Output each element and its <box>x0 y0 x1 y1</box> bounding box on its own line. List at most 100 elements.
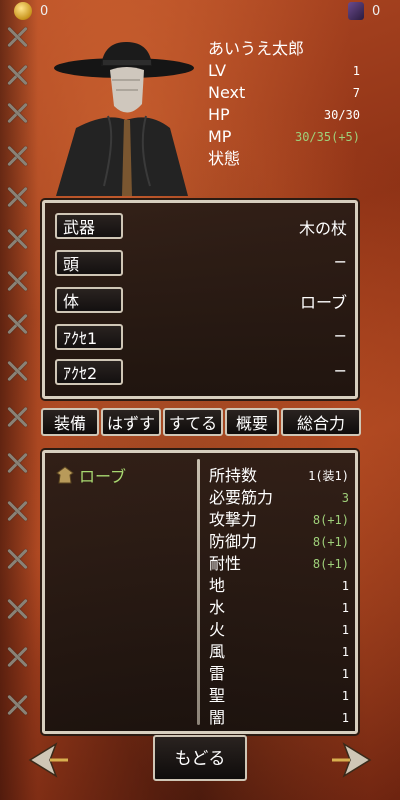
stat-label: 攻撃力 <box>209 510 258 529</box>
stitch-decoration <box>6 548 28 570</box>
stat-label: 雷 <box>209 664 226 683</box>
stat-value: 1 <box>341 579 349 593</box>
stitch-decoration <box>6 360 28 382</box>
item-stats: 所持数 1(装1) 必要筋力 3 攻撃力 8(+1) 防御力 8(+1) 耐性 … <box>209 465 349 729</box>
next-arrow-icon[interactable] <box>330 740 374 780</box>
stat-value: 1 <box>341 623 349 637</box>
stat-label: 所持数 <box>209 466 258 485</box>
equip-slot-weapon-button[interactable]: 武器 <box>55 213 123 239</box>
stat-label: 火 <box>209 620 226 639</box>
stitch-decoration <box>6 64 28 86</box>
item-detail-panel: ローブ 所持数 1(装1) 必要筋力 3 攻撃力 8(+1) 防御力 8(+1)… <box>42 450 358 734</box>
status-row-next: Next 7 <box>208 82 360 104</box>
robe-icon <box>56 466 74 484</box>
stat-row: 聖 1 <box>209 685 349 707</box>
divider <box>197 459 200 725</box>
stat-value: 1 <box>341 689 349 703</box>
stat-value: 8(+1) <box>312 513 349 527</box>
status-label: MP <box>208 127 232 146</box>
stat-label: 風 <box>209 642 226 661</box>
gem-counter: 0 <box>348 2 380 20</box>
equip-slot-accessory2-value: − <box>333 361 347 380</box>
status-value: 1 <box>352 64 360 78</box>
stat-label: 水 <box>209 598 226 617</box>
stat-row: 所持数 1(装1) <box>209 465 349 487</box>
stat-row: 火 1 <box>209 619 349 641</box>
equip-slot-head-button[interactable]: 頭 <box>55 250 123 276</box>
stitch-decoration <box>6 270 28 292</box>
equip-command-button[interactable]: 装備 <box>41 408 99 436</box>
gold-coin-icon <box>14 2 32 20</box>
back-button[interactable]: もどる <box>153 735 247 781</box>
status-label: 状態 <box>208 149 241 168</box>
equipment-panel: 武器 木の杖 頭 − 体 ローブ ｱｸｾ1 − ｱｸｾ2 − <box>42 200 358 399</box>
stat-row: 攻撃力 8(+1) <box>209 509 349 531</box>
stitch-decoration <box>6 228 28 250</box>
selected-item[interactable]: ローブ <box>55 463 126 487</box>
stat-row: 雷 1 <box>209 663 349 685</box>
stitch-decoration <box>6 452 28 474</box>
status-label: Next <box>208 83 246 102</box>
stat-value: 1(装1) <box>308 469 349 483</box>
equip-slot-weapon-value: 木の杖 <box>298 219 347 238</box>
stat-value: 8(+1) <box>312 557 349 571</box>
character-portrait <box>54 42 194 196</box>
total-power-command-button[interactable]: 総合力 <box>281 408 361 436</box>
stat-label: 地 <box>209 576 226 595</box>
stat-row: 地 1 <box>209 575 349 597</box>
stat-value: 1 <box>341 645 349 659</box>
stitch-decoration <box>6 694 28 716</box>
overview-command-button[interactable]: 概要 <box>225 408 279 436</box>
equip-slot-head-value: − <box>333 252 347 271</box>
stitch-decoration <box>6 646 28 668</box>
stat-value: 1 <box>341 667 349 681</box>
stat-value: 1 <box>341 711 349 725</box>
status-row-hp: HP 30/30 <box>208 104 360 126</box>
stat-label: 防御力 <box>209 532 258 551</box>
stitch-decoration <box>6 313 28 335</box>
stat-label: 聖 <box>209 686 226 705</box>
previous-arrow-icon[interactable] <box>26 740 70 780</box>
gem-icon <box>348 2 364 20</box>
stat-value: 8(+1) <box>312 535 349 549</box>
stitch-decoration <box>6 102 28 124</box>
equip-slot-accessory2-button[interactable]: ｱｸｾ2 <box>55 359 123 385</box>
stat-value: 1 <box>341 601 349 615</box>
equip-slot-body-button[interactable]: 体 <box>55 287 123 313</box>
stat-row: 風 1 <box>209 641 349 663</box>
stitch-decoration <box>6 26 28 48</box>
status-row-mp: MP 30/35(+5) <box>208 126 360 148</box>
status-label: HP <box>208 105 230 124</box>
stat-row: 必要筋力 3 <box>209 487 349 509</box>
unequip-command-button[interactable]: はずす <box>101 408 161 436</box>
stat-row: 耐性 8(+1) <box>209 553 349 575</box>
stat-row: 闇 1 <box>209 707 349 729</box>
stitch-decoration <box>6 598 28 620</box>
character-status: あいうえ太郎 LV 1 Next 7 HP 30/30 MP 30/35(+5)… <box>208 38 360 170</box>
stat-label: 闇 <box>209 708 226 727</box>
stat-label: 必要筋力 <box>209 488 274 507</box>
stat-row: 防御力 8(+1) <box>209 531 349 553</box>
selected-item-name: ローブ <box>79 467 127 486</box>
equip-slot-accessory1-button[interactable]: ｱｸｾ1 <box>55 324 123 350</box>
gold-amount: 0 <box>40 3 49 19</box>
status-value: 30/30 <box>323 108 360 122</box>
gem-amount: 0 <box>372 3 381 19</box>
stat-row: 水 1 <box>209 597 349 619</box>
status-value: 30/35(+5) <box>294 130 360 144</box>
status-label: LV <box>208 61 227 80</box>
command-bar: 装備 はずす すてる 概要 総合力 <box>41 408 361 436</box>
discard-command-button[interactable]: すてる <box>163 408 223 436</box>
gold-counter: 0 <box>14 2 48 20</box>
status-value: 7 <box>352 86 360 100</box>
stitch-decoration <box>6 406 28 428</box>
status-row-condition: 状態 <box>208 148 360 170</box>
status-row-level: LV 1 <box>208 60 360 82</box>
stat-label: 耐性 <box>209 554 242 573</box>
stat-value: 3 <box>341 491 349 505</box>
character-name: あいうえ太郎 <box>208 39 305 58</box>
equip-slot-accessory1-value: − <box>333 326 347 345</box>
stitch-decoration <box>6 500 28 522</box>
stitch-decoration <box>6 145 28 167</box>
stitch-decoration <box>6 186 28 208</box>
